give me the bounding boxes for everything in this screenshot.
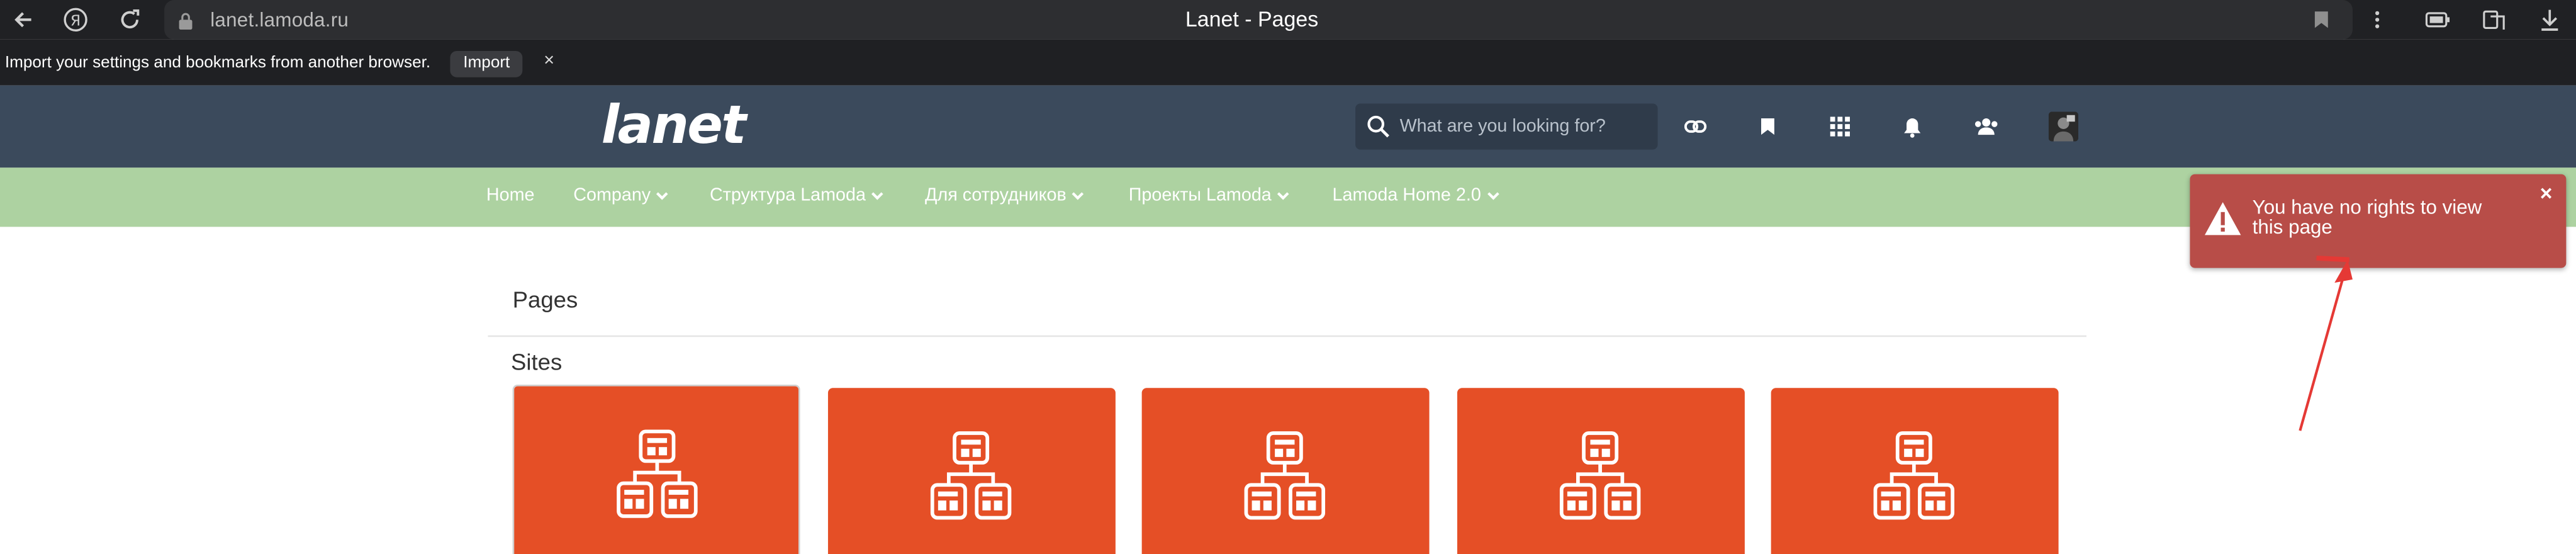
site-tile[interactable] [1457, 388, 1745, 554]
site-header: lanet [0, 85, 2576, 168]
bookmark-icon[interactable] [1755, 113, 1781, 140]
battery-icon[interactable] [2425, 6, 2451, 33]
page-title: Pages [512, 286, 578, 313]
people-icon[interactable] [1973, 113, 2000, 140]
site-tile[interactable] [1771, 388, 2059, 554]
user-avatar[interactable] [2048, 111, 2078, 142]
sites-section-title: Sites [511, 348, 563, 375]
download-icon[interactable] [2536, 6, 2563, 33]
site-tile[interactable] [1141, 388, 1430, 554]
import-message: Import your settings and bookmarks from … [4, 54, 431, 72]
notifications-bell-icon[interactable] [1899, 113, 1925, 140]
warning-icon [2204, 202, 2241, 235]
nav-company-label: Company [573, 186, 651, 206]
nav-structure-label: Структура Lamoda [709, 186, 866, 206]
sitemap-icon [1559, 431, 1641, 520]
site-tile[interactable] [827, 388, 1116, 554]
chevron-down-icon [656, 192, 668, 200]
chevron-down-icon [1277, 192, 1289, 200]
nav-structure[interactable]: Структура Lamoda [710, 186, 884, 205]
annotation-arrow [2299, 256, 2353, 431]
lanet-logo[interactable]: lanet [602, 94, 747, 156]
import-settings-bar: Import your settings and bookmarks from … [0, 39, 2576, 86]
apps-grid-icon[interactable] [1827, 113, 1853, 140]
search-icon [1367, 115, 1389, 138]
bookmark-page-icon[interactable] [2308, 6, 2334, 33]
chevron-down-icon [1486, 192, 1499, 200]
nav-employees[interactable]: Для сотрудников [925, 186, 1085, 205]
nav-employees-label: Для сотрудников [924, 186, 1067, 206]
search-input[interactable] [1399, 113, 1647, 140]
nav-projects[interactable]: Проекты Lamoda [1129, 186, 1290, 205]
chevron-down-icon [871, 192, 883, 200]
menu-dots-icon[interactable] [2364, 6, 2390, 33]
sitemap-icon [617, 429, 698, 518]
sitemap-icon [930, 431, 1012, 520]
nav-company[interactable]: Company [573, 186, 669, 205]
sitemap-icon [1244, 431, 1326, 520]
tab-title: Lanet - Pages [1185, 6, 1319, 31]
error-toast: You have no rights to view this page × [2190, 174, 2567, 268]
nav-projects-label: Проекты Lamoda [1128, 186, 1272, 206]
search-box[interactable] [1355, 103, 1658, 150]
collections-icon[interactable] [2481, 6, 2507, 33]
close-import-bar-button[interactable]: × [544, 51, 554, 71]
nav-home[interactable]: Home [486, 186, 535, 205]
nav-home-label: Home [486, 186, 535, 206]
link-icon[interactable] [1683, 113, 1709, 140]
site-tile[interactable] [512, 384, 800, 554]
nav-lamoda-home[interactable]: Lamoda Home 2.0 [1333, 186, 1499, 205]
sitemap-icon [1873, 431, 1955, 520]
toast-message: You have no rights to view this page [2252, 195, 2482, 239]
divider [488, 335, 2086, 337]
nav-lamoda-home-label: Lamoda Home 2.0 [1332, 186, 1481, 206]
close-toast-button[interactable]: × [2540, 181, 2553, 205]
chevron-down-icon [1072, 192, 1084, 200]
import-button[interactable]: Import [450, 50, 524, 77]
browser-toolbar: Я lanet.lamoda.ru Lanet - Pages [0, 0, 2576, 40]
